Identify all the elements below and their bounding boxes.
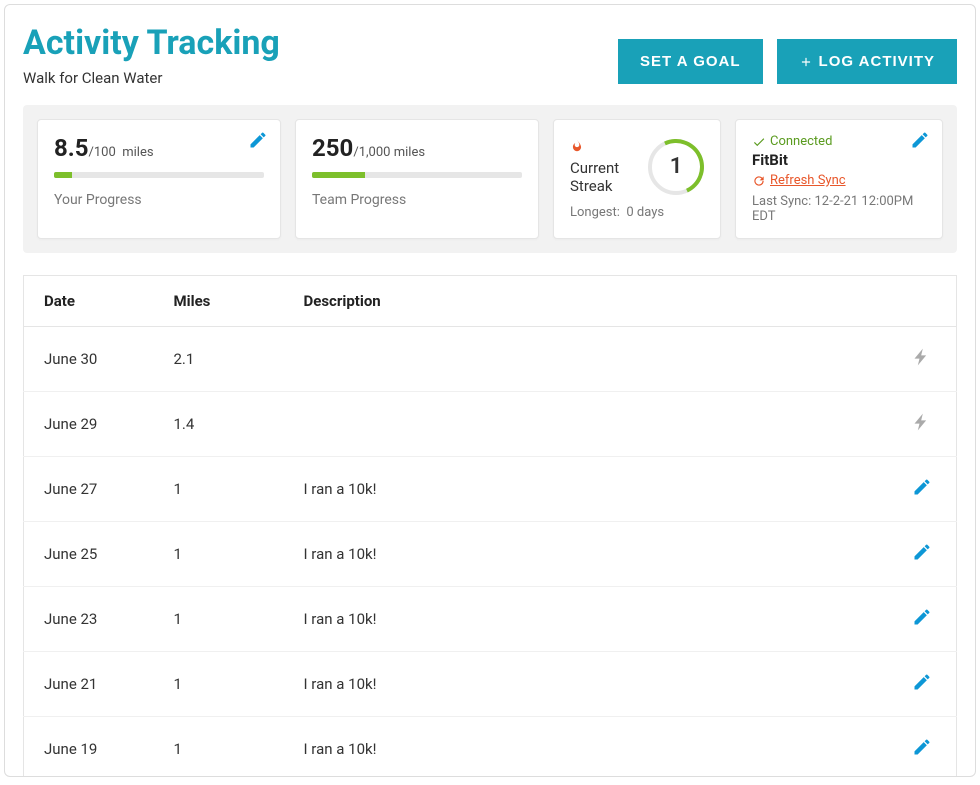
page-subtitle: Walk for Clean Water — [23, 69, 280, 87]
team-progress-total: 1,000 — [359, 145, 391, 160]
your-progress-label: Your Progress — [54, 192, 264, 208]
row-miles: 1 — [154, 717, 284, 778]
row-miles: 1 — [154, 457, 284, 522]
table-row: June 211I ran a 10k! — [24, 652, 957, 717]
edit-row-button[interactable] — [912, 613, 932, 631]
table-row: June 231I ran a 10k! — [24, 587, 957, 652]
row-date: June 21 — [24, 652, 154, 717]
auto-sync-icon — [912, 418, 932, 436]
row-description: I ran a 10k! — [284, 522, 893, 587]
your-progress-card: 8.5/100 miles Your Progress — [37, 119, 281, 239]
table-row: June 271I ran a 10k! — [24, 457, 957, 522]
refresh-icon — [752, 174, 766, 188]
edit-row-button[interactable] — [912, 678, 932, 696]
connected-label: Connected — [770, 134, 832, 149]
streak-card: Current Streak 1 Longest: 0 days — [553, 119, 721, 239]
row-description: I ran a 10k! — [284, 587, 893, 652]
row-description: I ran a 10k! — [284, 457, 893, 522]
row-miles: 1.4 — [154, 392, 284, 457]
edit-sync-button[interactable] — [910, 130, 930, 154]
your-progress-total: 100 — [94, 145, 116, 160]
your-progress-unit: miles — [122, 145, 153, 160]
team-progress-value: 250 — [312, 134, 353, 162]
edit-row-button[interactable] — [912, 483, 932, 501]
flame-icon — [570, 138, 638, 157]
pencil-icon — [912, 542, 932, 562]
row-miles: 2.1 — [154, 327, 284, 392]
streak-ring: 1 — [648, 139, 704, 195]
table-row: June 191I ran a 10k! — [24, 717, 957, 778]
row-miles: 1 — [154, 587, 284, 652]
table-row: June 291.4 — [24, 392, 957, 457]
table-row: June 302.1 — [24, 327, 957, 392]
team-progress-card: 250/1,000 miles Team Progress — [295, 119, 539, 239]
edit-your-progress-button[interactable] — [248, 130, 268, 154]
streak-value: 1 — [670, 154, 683, 179]
log-activity-label: LOG ACTIVITY — [819, 53, 935, 70]
auto-sync-icon — [912, 353, 932, 371]
row-description — [284, 392, 893, 457]
row-description — [284, 327, 893, 392]
sync-device: FitBit — [752, 151, 926, 169]
last-sync: Last Sync: 12-2-21 12:00PM EDT — [752, 194, 926, 224]
row-date: June 19 — [24, 717, 154, 778]
your-progress-value: 8.5 — [54, 134, 89, 162]
pencil-icon — [910, 130, 930, 150]
log-activity-button[interactable]: LOG ACTIVITY — [777, 39, 957, 84]
refresh-sync-link[interactable]: Refresh Sync — [770, 173, 846, 188]
streak-longest-label: Longest: — [570, 205, 620, 220]
streak-title: Current Streak — [570, 159, 638, 195]
table-row: June 251I ran a 10k! — [24, 522, 957, 587]
pencil-icon — [912, 737, 932, 757]
bolt-icon — [912, 412, 932, 432]
sync-card: Connected FitBit Refresh Sync Last Sync:… — [735, 119, 943, 239]
summary-cards: 8.5/100 miles Your Progress 250/1,000 mi… — [23, 105, 957, 253]
edit-row-button[interactable] — [912, 743, 932, 761]
your-progress-bar — [54, 172, 264, 178]
row-date: June 30 — [24, 327, 154, 392]
pencil-icon — [912, 477, 932, 497]
row-date: June 27 — [24, 457, 154, 522]
row-description: I ran a 10k! — [284, 652, 893, 717]
row-miles: 1 — [154, 652, 284, 717]
your-progress-fill — [54, 172, 72, 178]
bolt-icon — [912, 347, 932, 367]
set-goal-button[interactable]: SET A GOAL — [618, 39, 763, 84]
set-goal-label: SET A GOAL — [640, 53, 741, 70]
pencil-icon — [912, 672, 932, 692]
activity-table: Date Miles Description June 302.1June 29… — [23, 275, 957, 777]
row-date: June 23 — [24, 587, 154, 652]
team-progress-fill — [312, 172, 365, 178]
streak-longest-value: 0 days — [626, 205, 664, 220]
check-icon — [752, 135, 766, 149]
plus-icon — [799, 55, 813, 69]
col-date: Date — [24, 276, 154, 327]
page-title: Activity Tracking — [23, 23, 280, 63]
team-progress-bar — [312, 172, 522, 178]
team-progress-label: Team Progress — [312, 192, 522, 208]
pencil-icon — [248, 130, 268, 150]
row-description: I ran a 10k! — [284, 717, 893, 778]
team-progress-unit: miles — [394, 145, 425, 160]
col-description: Description — [284, 276, 893, 327]
row-date: June 25 — [24, 522, 154, 587]
pencil-icon — [912, 607, 932, 627]
row-miles: 1 — [154, 522, 284, 587]
edit-row-button[interactable] — [912, 548, 932, 566]
row-date: June 29 — [24, 392, 154, 457]
col-miles: Miles — [154, 276, 284, 327]
